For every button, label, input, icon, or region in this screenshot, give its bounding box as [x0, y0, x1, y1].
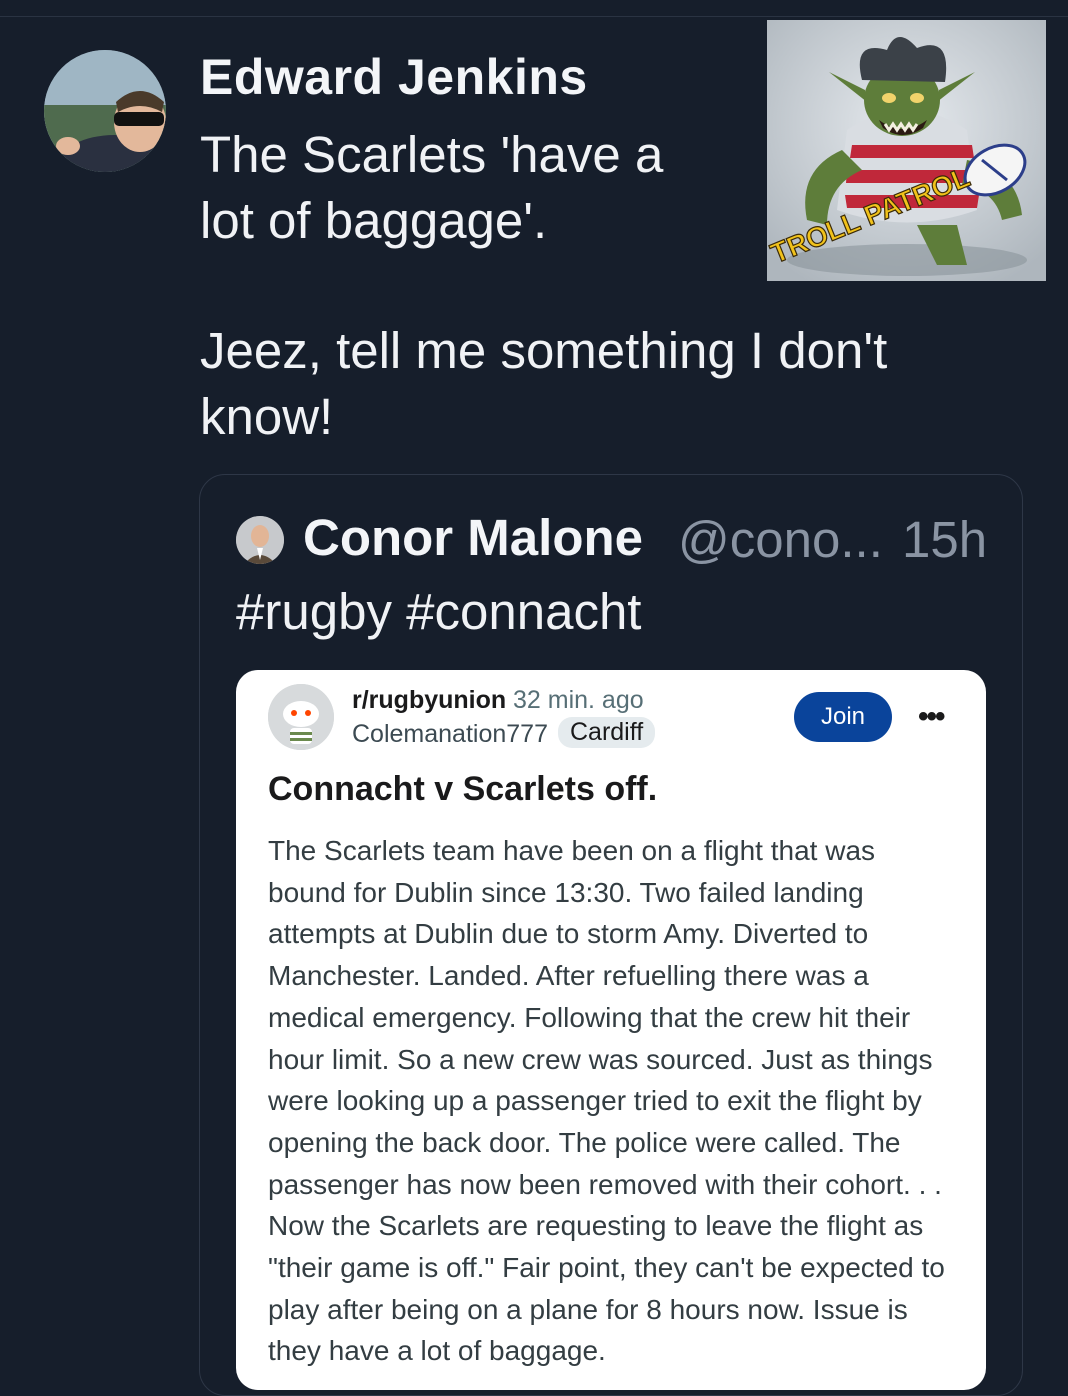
- avatar-photo: [44, 50, 166, 172]
- author-avatar[interactable]: [44, 50, 166, 172]
- reddit-post-screenshot: r/rugbyunion 32 min. ago Colemanation777…: [236, 670, 986, 1390]
- quoted-author-handle[interactable]: @cono...: [678, 510, 883, 569]
- hashtag-connacht[interactable]: #connacht: [406, 583, 641, 640]
- troll-patrol-image[interactable]: TROLL PATROL: [767, 20, 1046, 281]
- hashtag-rugby[interactable]: #rugby: [236, 583, 392, 640]
- quoted-author-avatar[interactable]: [236, 516, 284, 564]
- join-button: Join: [794, 692, 892, 742]
- more-options-icon: •••: [918, 700, 945, 733]
- troll-illustration: TROLL PATROL: [767, 20, 1046, 281]
- reddit-post-time: 32 min. ago: [513, 686, 644, 714]
- top-divider: [0, 16, 1068, 17]
- post-text-continued: Jeez, tell me something I don't know!: [200, 322, 888, 445]
- subreddit-name: r/rugbyunion: [352, 686, 507, 714]
- quoted-post-time: 15h: [902, 511, 988, 568]
- snoo-icon: [268, 684, 334, 750]
- quoted-author-name[interactable]: Conor Malone: [303, 508, 643, 567]
- post-text: The Scarlets 'have a lot of baggage'.: [200, 126, 664, 249]
- reddit-post-body: The Scarlets team have been on a flight …: [268, 835, 945, 1367]
- quoted-avatar-photo: [236, 516, 284, 564]
- subreddit-avatar: [268, 684, 334, 750]
- user-flair: Cardiff: [558, 717, 656, 748]
- reddit-username: Colemanation777: [352, 720, 548, 748]
- quoted-post-tags: #rugby #connacht: [236, 582, 641, 641]
- post-author[interactable]: Edward Jenkins: [200, 48, 588, 106]
- reddit-post-title: Connacht v Scarlets off.: [268, 770, 658, 808]
